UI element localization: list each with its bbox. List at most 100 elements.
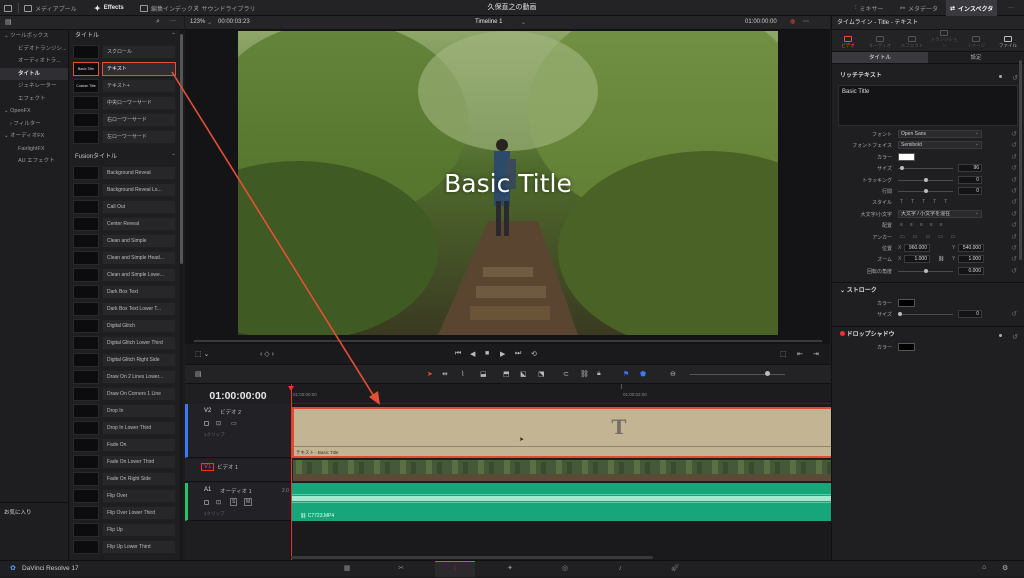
track-header-a1[interactable]: A1 オーディオ 1 2.0 ⊡ S M 1クリップ xyxy=(185,483,291,521)
stop-icon[interactable]: ■ xyxy=(485,350,489,357)
font-dropdown[interactable]: Open Sans xyxy=(898,130,982,138)
insert-icon[interactable]: ⬓ xyxy=(480,370,487,378)
reset-icon[interactable]: ↺ xyxy=(1011,141,1017,149)
selection-tool-icon[interactable]: ➤ xyxy=(427,370,433,378)
track-id[interactable]: V1 xyxy=(201,463,215,471)
slider-handle[interactable] xyxy=(900,166,904,171)
text-style-icons[interactable]: TTTTT xyxy=(900,199,955,205)
stroke-size-slider[interactable] xyxy=(898,312,953,317)
reset-icon[interactable]: ↺ xyxy=(1011,310,1017,318)
tab-image[interactable]: イメージ xyxy=(961,36,991,49)
match-frame-icon[interactable]: ⬚ xyxy=(780,350,787,358)
blade-tool-icon[interactable]: ⌇ xyxy=(461,370,464,378)
effect-item[interactable]: Draw On Corners 1 Line xyxy=(70,385,182,402)
playhead[interactable] xyxy=(288,386,294,560)
reset-icon[interactable]: ↺ xyxy=(1011,233,1017,241)
cut-page-button[interactable]: ✂ xyxy=(381,561,421,577)
reset-icon[interactable]: ↺ xyxy=(1012,72,1018,85)
fusion-titles-section-header[interactable]: Fusionタイトル ⌃ xyxy=(70,151,182,164)
go-to-end-icon[interactable]: ⏭ xyxy=(515,350,521,358)
slider-handle[interactable] xyxy=(924,268,928,273)
stroke-size-input[interactable]: 0 xyxy=(958,310,982,319)
in-point-icon[interactable]: ⇤ xyxy=(797,350,803,358)
effect-item[interactable]: Center Reveal xyxy=(70,215,182,232)
effect-item[interactable]: 中央ローワーサード xyxy=(70,94,182,111)
zoom-x-input[interactable]: 1.000 xyxy=(904,255,930,264)
fairlight-page-button[interactable]: ♪ xyxy=(600,561,640,577)
effect-item[interactable]: Flip Over xyxy=(70,487,182,504)
track-name[interactable]: ビデオ 2 xyxy=(220,408,241,416)
reset-icon[interactable]: ↺ xyxy=(1011,164,1017,172)
effect-item[interactable]: Basic Title テキスト xyxy=(70,60,182,77)
track-visibility-icon[interactable]: ▭ xyxy=(231,420,237,427)
auto-select-icon[interactable]: ⊡ xyxy=(216,499,221,506)
edit-index-button[interactable]: 編集インデックス xyxy=(140,0,199,16)
slider-handle[interactable] xyxy=(898,312,902,317)
solo-button[interactable]: S xyxy=(230,498,238,506)
reset-icon[interactable]: ↺ xyxy=(1011,187,1017,195)
track-header-v1[interactable]: V1 ビデオ 1 xyxy=(185,459,291,482)
snap-icon[interactable]: ⊂ xyxy=(563,370,569,378)
reset-icon[interactable]: ↺ xyxy=(1011,255,1017,263)
effect-item[interactable]: Clean and Simple xyxy=(70,232,182,249)
favorites-header[interactable]: お気に入り xyxy=(0,502,69,521)
slider-handle[interactable] xyxy=(924,188,928,193)
enable-dot-icon[interactable] xyxy=(999,75,1002,78)
effect-item[interactable]: スクロール xyxy=(70,43,182,60)
rich-text-section-header[interactable]: リッチテキスト ↺ xyxy=(832,70,1024,83)
effect-item[interactable]: Flip Up Lower Third xyxy=(70,538,182,555)
timeline-scrollbar[interactable] xyxy=(291,556,653,559)
settings-icon[interactable]: ⚙ xyxy=(1002,564,1008,572)
position-y-input[interactable]: 540.000 xyxy=(958,243,984,252)
zoom-slider[interactable] xyxy=(690,374,785,375)
effect-item[interactable]: Drop In Lower Third xyxy=(70,419,182,436)
fit-fill-icon[interactable]: ⬔ xyxy=(538,370,545,378)
reset-icon[interactable]: ↺ xyxy=(1011,221,1017,229)
effect-item[interactable]: Clean and Simple Head... xyxy=(70,249,182,266)
inspector-scrollbar[interactable] xyxy=(1019,60,1022,260)
zoom-icon[interactable]: ⊖ xyxy=(670,370,676,378)
go-to-start-icon[interactable]: ⏮ xyxy=(455,350,461,358)
tree-item-titles[interactable]: タイトル xyxy=(0,67,68,80)
font-face-dropdown[interactable]: Semibold xyxy=(898,141,982,150)
color-swatch[interactable] xyxy=(898,342,915,351)
tree-item[interactable]: オーディオトラ... xyxy=(0,55,68,68)
link-icon[interactable]: ⛓ xyxy=(938,256,944,262)
mute-button[interactable]: M xyxy=(244,498,253,506)
effect-item[interactable]: Fade On xyxy=(70,436,182,453)
media-pool-button[interactable]: メディアプール xyxy=(24,0,77,16)
effect-item[interactable]: Custom Title テキスト+ xyxy=(70,77,182,94)
scroll-thumb[interactable] xyxy=(180,34,183,264)
more-menu-button[interactable]: ··· xyxy=(1008,0,1014,16)
effects-scrollbar[interactable] xyxy=(180,30,183,560)
rotation-slider[interactable] xyxy=(898,268,953,273)
trim-tool-icon[interactable]: ⇹ xyxy=(442,370,448,378)
reset-icon[interactable]: ↺ xyxy=(1011,244,1017,252)
tree-item[interactable]: AU エフェクト xyxy=(0,155,68,168)
fusion-page-button[interactable]: ✦ xyxy=(490,561,530,577)
replace-icon[interactable]: ⬕ xyxy=(520,370,527,378)
loop-icon[interactable]: ⟲ xyxy=(531,350,537,358)
tree-item[interactable]: ジェネレーター xyxy=(0,80,68,93)
case-dropdown[interactable]: 大文字 / 小文字を混在 xyxy=(898,209,982,218)
leading-input[interactable]: 0 xyxy=(958,186,982,195)
home-icon[interactable]: ⌂ xyxy=(982,564,986,571)
color-swatch[interactable] xyxy=(898,299,915,308)
tree-item[interactable]: › フィルター xyxy=(0,118,68,131)
tree-item[interactable]: エフェクト xyxy=(0,93,68,106)
reset-icon[interactable]: ↺ xyxy=(1011,210,1017,218)
effect-item[interactable]: 左ローワーサード xyxy=(70,128,182,145)
tab-audio[interactable]: オーディオ xyxy=(865,36,895,49)
effect-item[interactable]: Fade On Right Side xyxy=(70,470,182,487)
mixer-button[interactable]: ⫶ ミキサー xyxy=(855,0,884,16)
effect-item[interactable]: Draw On 2 Lines Lower... xyxy=(70,368,182,385)
tree-item[interactable]: FairlightFX xyxy=(0,143,68,156)
effect-item[interactable]: Flip Over Lower Third xyxy=(70,504,182,521)
media-page-button[interactable]: ▦ xyxy=(327,561,367,577)
viewer-scrubber[interactable] xyxy=(194,340,822,342)
flag-icon[interactable]: ⚑ xyxy=(623,370,629,378)
size-slider[interactable] xyxy=(898,166,953,171)
out-point-icon[interactable]: ⇥ xyxy=(813,350,819,358)
effect-item[interactable]: Background Reveal xyxy=(70,164,182,181)
inspector-button[interactable]: ⇄ インスペクタ xyxy=(946,0,998,16)
